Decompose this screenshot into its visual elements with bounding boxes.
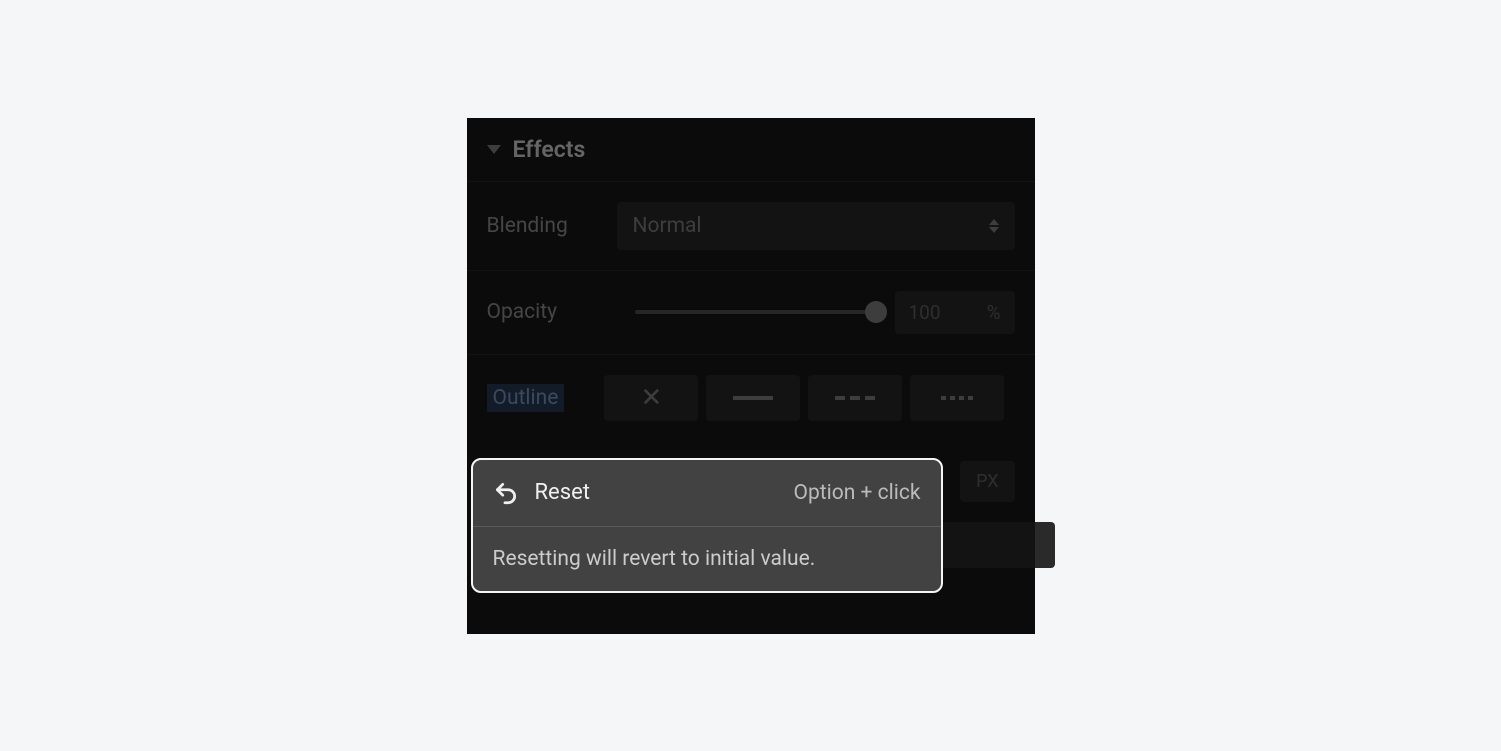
reset-action-row[interactable]: Reset Option + click <box>473 460 941 527</box>
section-header[interactable]: Effects <box>467 118 1035 181</box>
opacity-value-box[interactable]: 100 % <box>895 291 1015 334</box>
opacity-value: 100 <box>909 301 941 324</box>
outline-row: Outline ✕ <box>467 354 1035 441</box>
disclosure-triangle-icon <box>487 145 501 154</box>
x-icon: ✕ <box>640 383 662 413</box>
opacity-label: Opacity <box>487 300 617 324</box>
blending-dropdown[interactable]: Normal <box>617 202 1015 250</box>
outline-style-buttons: ✕ <box>604 375 1004 421</box>
reset-tooltip: Reset Option + click Resetting will reve… <box>471 458 943 593</box>
section-title: Effects <box>513 136 586 163</box>
opacity-slider[interactable] <box>635 310 877 314</box>
outline-dashed-button[interactable] <box>808 375 902 421</box>
dotted-line-icon <box>941 396 973 400</box>
reset-description: Resetting will revert to initial value. <box>473 527 941 591</box>
reset-shortcut: Option + click <box>794 481 921 505</box>
outline-label[interactable]: Outline <box>487 384 565 412</box>
effects-panel: Effects Blending Normal Opacity 100 % Ou… <box>467 118 1035 634</box>
undo-icon <box>493 480 519 506</box>
solid-line-icon <box>733 396 773 400</box>
opacity-unit: % <box>987 301 1001 324</box>
outline-width-unit[interactable]: PX <box>960 461 1014 502</box>
blending-label: Blending <box>487 214 617 238</box>
opacity-row: Opacity 100 % <box>467 270 1035 354</box>
dashed-line-icon <box>835 396 875 400</box>
blending-value: Normal <box>633 214 702 238</box>
outline-none-button[interactable]: ✕ <box>604 375 698 421</box>
reset-label: Reset <box>535 480 778 505</box>
blending-row: Blending Normal <box>467 181 1035 270</box>
slider-thumb[interactable] <box>865 301 887 323</box>
outline-dotted-button[interactable] <box>910 375 1004 421</box>
outline-solid-button[interactable] <box>706 375 800 421</box>
dropdown-arrows-icon <box>989 219 999 233</box>
